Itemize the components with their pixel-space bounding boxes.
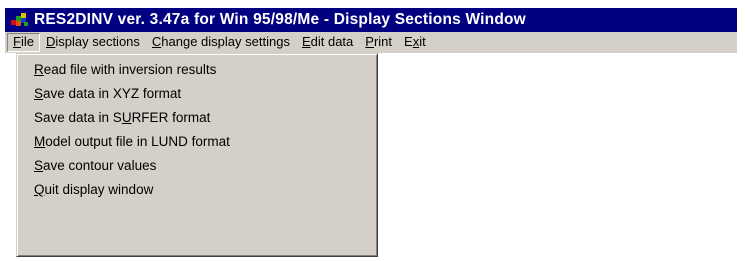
menu-edit-data-label-post: dit data — [310, 34, 354, 49]
menu-exit-label-post: it — [419, 34, 426, 49]
file-menu-dropdown: Read file with inversion results Save da… — [16, 53, 378, 257]
menu-item-read-inversion-results-accel: R — [34, 62, 44, 77]
title-bar[interactable]: RES2DINV ver. 3.47a for Win 95/98/Me - D… — [5, 8, 737, 32]
menu-display-sections[interactable]: Display sections — [40, 33, 146, 52]
menu-item-save-surfer-accel: U — [121, 110, 132, 125]
menu-change-display-settings[interactable]: Change display settings — [146, 33, 296, 52]
menu-item-save-surfer-label-pre: Save data in S — [34, 110, 122, 125]
menu-bar: File Display sections Change display set… — [5, 32, 737, 53]
menu-file-label-post: ile — [20, 34, 34, 49]
menu-item-save-surfer-label-post: RFER format — [131, 110, 211, 125]
menu-item-quit-display-window[interactable]: Quit display window — [17, 178, 377, 202]
menu-item-save-contour-values-accel: S — [34, 158, 44, 173]
menu-item-model-output-lund[interactable]: Model output file in LUND format — [17, 130, 377, 154]
menu-exit-label-pre: E — [404, 34, 413, 49]
menu-edit-data-accel: E — [301, 34, 311, 49]
menu-item-read-inversion-results[interactable]: Read file with inversion results — [17, 58, 377, 82]
menu-item-save-xyz-accel: S — [34, 86, 44, 101]
window-title: RES2DINV ver. 3.47a for Win 95/98/Me - D… — [34, 11, 526, 28]
menu-item-save-contour-values[interactable]: Save contour values — [17, 154, 377, 178]
menu-change-display-settings-label-post: hange display settings — [161, 34, 290, 49]
res2dinv-app-icon — [11, 13, 28, 26]
menu-file[interactable]: File — [7, 33, 40, 52]
menu-change-display-settings-accel: C — [151, 34, 162, 49]
menu-item-quit-display-window-label-post: uit display window — [44, 182, 154, 197]
menu-item-save-xyz[interactable]: Save data in XYZ format — [17, 82, 377, 106]
menu-print-accel: P — [365, 34, 374, 49]
menu-item-save-xyz-label-post: ave data in XYZ format — [43, 86, 182, 101]
menu-print[interactable]: Print — [359, 33, 398, 52]
menu-item-save-contour-values-label-post: ave contour values — [43, 158, 157, 173]
menu-display-sections-label-post: isplay sections — [55, 34, 140, 49]
menu-item-model-output-lund-label-post: odel output file in LUND format — [45, 134, 230, 149]
menu-display-sections-accel: D — [45, 34, 56, 49]
menu-item-model-output-lund-accel: M — [34, 134, 46, 149]
menu-item-read-inversion-results-label-post: ead file with inversion results — [43, 62, 217, 77]
menu-item-save-surfer[interactable]: Save data in SURFER format — [17, 106, 377, 130]
menu-item-quit-display-window-accel: Q — [34, 182, 45, 197]
menu-edit-data[interactable]: Edit data — [296, 33, 359, 52]
menu-print-label-post: rint — [373, 34, 393, 49]
menu-exit[interactable]: Exit — [398, 33, 432, 52]
menu-file-accel: F — [13, 34, 21, 49]
